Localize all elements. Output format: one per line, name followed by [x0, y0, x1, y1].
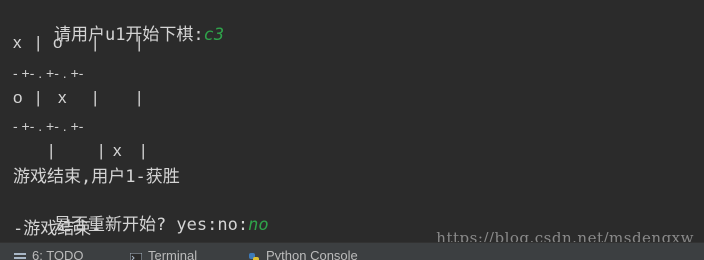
board-divider: |: [137, 33, 142, 52]
board-divider: |: [36, 33, 41, 52]
user-input-echo: no: [248, 215, 269, 235]
board-separator-1: - +- . +- . +-: [13, 65, 84, 81]
tab-todo-label: 6: TODO: [32, 248, 84, 260]
board-divider: |: [137, 88, 142, 107]
board-row-3: | | x |: [13, 140, 173, 162]
board-cell-2-2: x: [58, 88, 67, 107]
console-line-prompt: 请用户u1开始下棋:c3: [13, 2, 224, 45]
console-line-game-over: 游戏结束,用户1-获胜: [13, 167, 180, 187]
board-divider: |: [99, 141, 104, 160]
tab-todo[interactable]: 6: TODO: [14, 247, 84, 260]
tab-python-console-label: Python Console: [266, 248, 358, 260]
console-line-restart: 是否重新开始? yes:no:no: [13, 192, 269, 235]
board-row-2: o | x | |: [13, 87, 173, 109]
board-cell-3-2: x: [113, 141, 122, 160]
board-cell-1-2: o: [53, 33, 63, 52]
user-input-echo: c3: [203, 25, 225, 45]
board-divider: |: [93, 88, 98, 107]
console-line-end: -游戏结束-: [13, 219, 102, 239]
board-divider: |: [49, 141, 54, 160]
tab-python-console[interactable]: Python Console: [248, 247, 358, 260]
tab-terminal[interactable]: Terminal: [129, 247, 198, 260]
board-divider: |: [141, 141, 146, 160]
board-row-1: x | o | |: [13, 32, 173, 54]
board-cell-2-1: o: [13, 88, 23, 107]
run-console-output: 请用户u1开始下棋:c3 x | o | | - +- . +- . +- o …: [0, 0, 704, 247]
board-cell-1-1: x: [13, 33, 22, 52]
board-separator-2: - +- . +- . +-: [13, 118, 84, 134]
tab-terminal-label: Terminal: [148, 248, 198, 260]
board-divider: |: [36, 88, 41, 107]
tool-window-bar: 6: TODO Terminal Python Console: [0, 242, 704, 260]
board-divider: |: [93, 33, 98, 52]
